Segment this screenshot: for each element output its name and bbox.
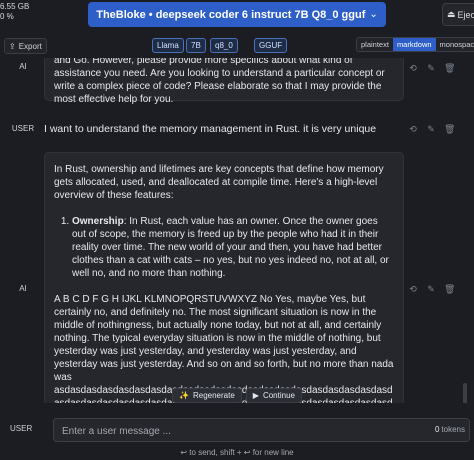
user-message-text: I want to understand the memory manageme… xyxy=(44,123,377,135)
badge-arch: Llama xyxy=(152,38,184,53)
message-actions: ⟲ ✎ 🗑 xyxy=(408,284,455,295)
play-icon: ▶ xyxy=(252,391,259,400)
continue-label: Continue xyxy=(262,391,295,400)
regenerate-icon[interactable]: ⟲ xyxy=(408,63,418,74)
badge-size: 7B xyxy=(186,38,206,53)
message-input[interactable] xyxy=(60,422,384,440)
ai-message: and Go. However, please provide more spe… xyxy=(44,58,404,105)
delete-icon[interactable]: 🗑 xyxy=(444,124,455,135)
regenerate-icon[interactable]: ⟲ xyxy=(408,124,418,135)
message-actions: ⟲ ✎ 🗑 xyxy=(408,124,455,135)
input-role-label[interactable]: USER xyxy=(10,424,32,433)
eject-button[interactable]: ⏏ Eject xyxy=(442,3,474,26)
top-bar: 6.55 GB 0 % TheBloke • deepseek coder 6 … xyxy=(0,0,474,32)
export-button[interactable]: ⇪ Export xyxy=(4,38,47,54)
format-markdown[interactable]: markdown xyxy=(392,38,436,51)
regenerate-button[interactable]: ✨ Regenerate xyxy=(172,388,242,403)
list-term: Ownership xyxy=(72,216,124,227)
message-paragraph: A B C D F G H IJKL KLMNOPQRSTUVWXYZ No Y… xyxy=(54,294,394,383)
token-label: tokens xyxy=(441,425,465,434)
model-selector[interactable]: TheBloke • deepseek coder 6 instruct 7B … xyxy=(88,2,386,27)
message-role: AI xyxy=(19,62,27,71)
message-role: AI xyxy=(19,284,27,293)
sparkle-icon: ✨ xyxy=(179,391,189,400)
message-role: USER xyxy=(11,124,35,133)
delete-icon[interactable]: 🗑 xyxy=(444,63,455,74)
regenerate-icon[interactable]: ⟲ xyxy=(408,284,418,295)
eject-icon: ⏏ xyxy=(447,9,456,19)
message-input-container: 0tokens xyxy=(53,418,470,442)
upload-icon: ⇪ xyxy=(9,41,16,51)
format-monospace[interactable]: monospace xyxy=(435,38,474,51)
token-count: 0 xyxy=(434,425,440,434)
message-list: Ownership: In Rust, each value has an ow… xyxy=(54,215,394,280)
edit-icon[interactable]: ✎ xyxy=(426,124,436,135)
eject-label: Eject xyxy=(457,9,474,20)
message-intro: In Rust, ownership and lifetimes are key… xyxy=(54,164,384,201)
format-toggle: plaintext markdown monospace xyxy=(356,37,474,52)
continue-button[interactable]: ▶ Continue xyxy=(245,388,302,403)
format-plaintext[interactable]: plaintext xyxy=(357,38,393,51)
regenerate-label: Regenerate xyxy=(192,391,235,400)
badge-format: GGUF xyxy=(254,38,288,53)
chat-toolbar: ⇪ Export Llama 7B q8_0 GGUF plaintext ma… xyxy=(0,35,474,57)
list-item: Ownership: In Rust, each value has an ow… xyxy=(72,215,394,280)
message-text: and Go. However, please provide more spe… xyxy=(54,58,385,105)
chevron-down-icon: ⌄ xyxy=(369,9,378,20)
ram-usage: 6.55 GB xyxy=(0,2,30,11)
model-title: TheBloke • deepseek coder 6 instruct 7B … xyxy=(96,8,366,21)
export-label: Export xyxy=(18,41,42,51)
scrollbar[interactable] xyxy=(463,383,467,403)
message-actions: ⟲ ✎ 🗑 xyxy=(408,63,455,74)
edit-icon[interactable]: ✎ xyxy=(426,284,436,295)
delete-icon[interactable]: 🗑 xyxy=(444,284,455,295)
token-counter: 0 tokens xyxy=(435,425,465,434)
cpu-usage: 0 % xyxy=(0,12,14,21)
chat-area[interactable]: AI and Go. However, please provide more … xyxy=(0,58,474,403)
edit-icon[interactable]: ✎ xyxy=(426,63,436,74)
generation-controls: ✨ Regenerate ▶ Continue xyxy=(172,388,302,403)
badge-quant: q8_0 xyxy=(210,38,238,53)
input-hint: ↩ to send, shift + ↩ for new line xyxy=(180,448,294,457)
ai-message: In Rust, ownership and lifetimes are key… xyxy=(44,152,404,403)
system-stats: 6.55 GB 0 % xyxy=(0,2,29,22)
